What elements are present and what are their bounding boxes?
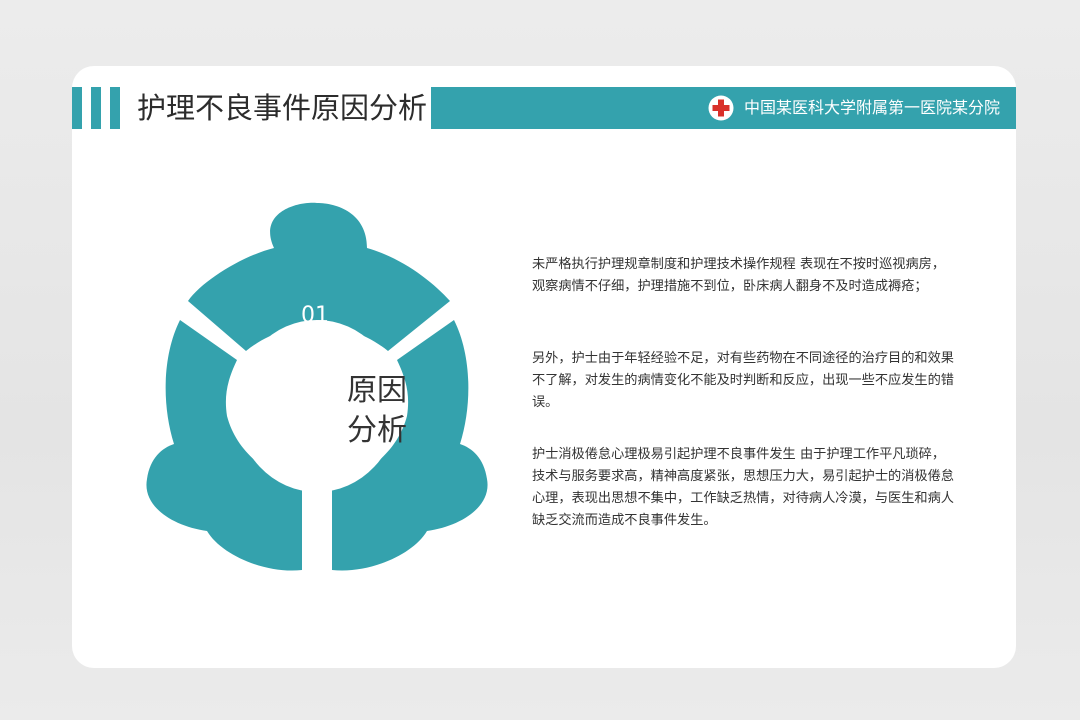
cause-paragraph-3: 护士消极倦怠心理极易引起护理不良事件发生 由于护理工作平凡琐碎，技术与服务要求高… [532,447,954,528]
medical-cross-icon [708,95,734,121]
cause-diagram: 01 02 03 原因 分析 [132,186,512,586]
title-accent-bars [72,87,132,129]
accent-bar [110,87,120,129]
page-title: 护理不良事件原因分析 [137,91,428,125]
segment-01-label: 01 [301,303,329,328]
cause-paragraph-2: 另外，护士由于年轻经验不足，对有些药物在不同途径的治疗目的和效果不了解，对发生的… [532,351,954,410]
center-label-line2: 分析 [347,413,407,448]
accent-bar [91,87,101,129]
cause-paragraph-1: 未严格执行护理规章制度和护理技术操作规程 表现在不按时巡视病房，观察病情不仔细，… [532,257,946,294]
segment-03-label: 03 [418,541,446,566]
accent-bar [72,87,82,129]
segment-02-label: 02 [183,539,211,564]
hospital-name: 中国某医科大学附属第一医院某分院 [744,98,1001,117]
center-label-line1: 原因 [347,373,407,408]
center-label: 原因 分析 [304,371,450,451]
slide: 护理不良事件原因分析 中国某医科大学附属第一医院某分院 01 02 03 原因 … [72,66,1016,668]
